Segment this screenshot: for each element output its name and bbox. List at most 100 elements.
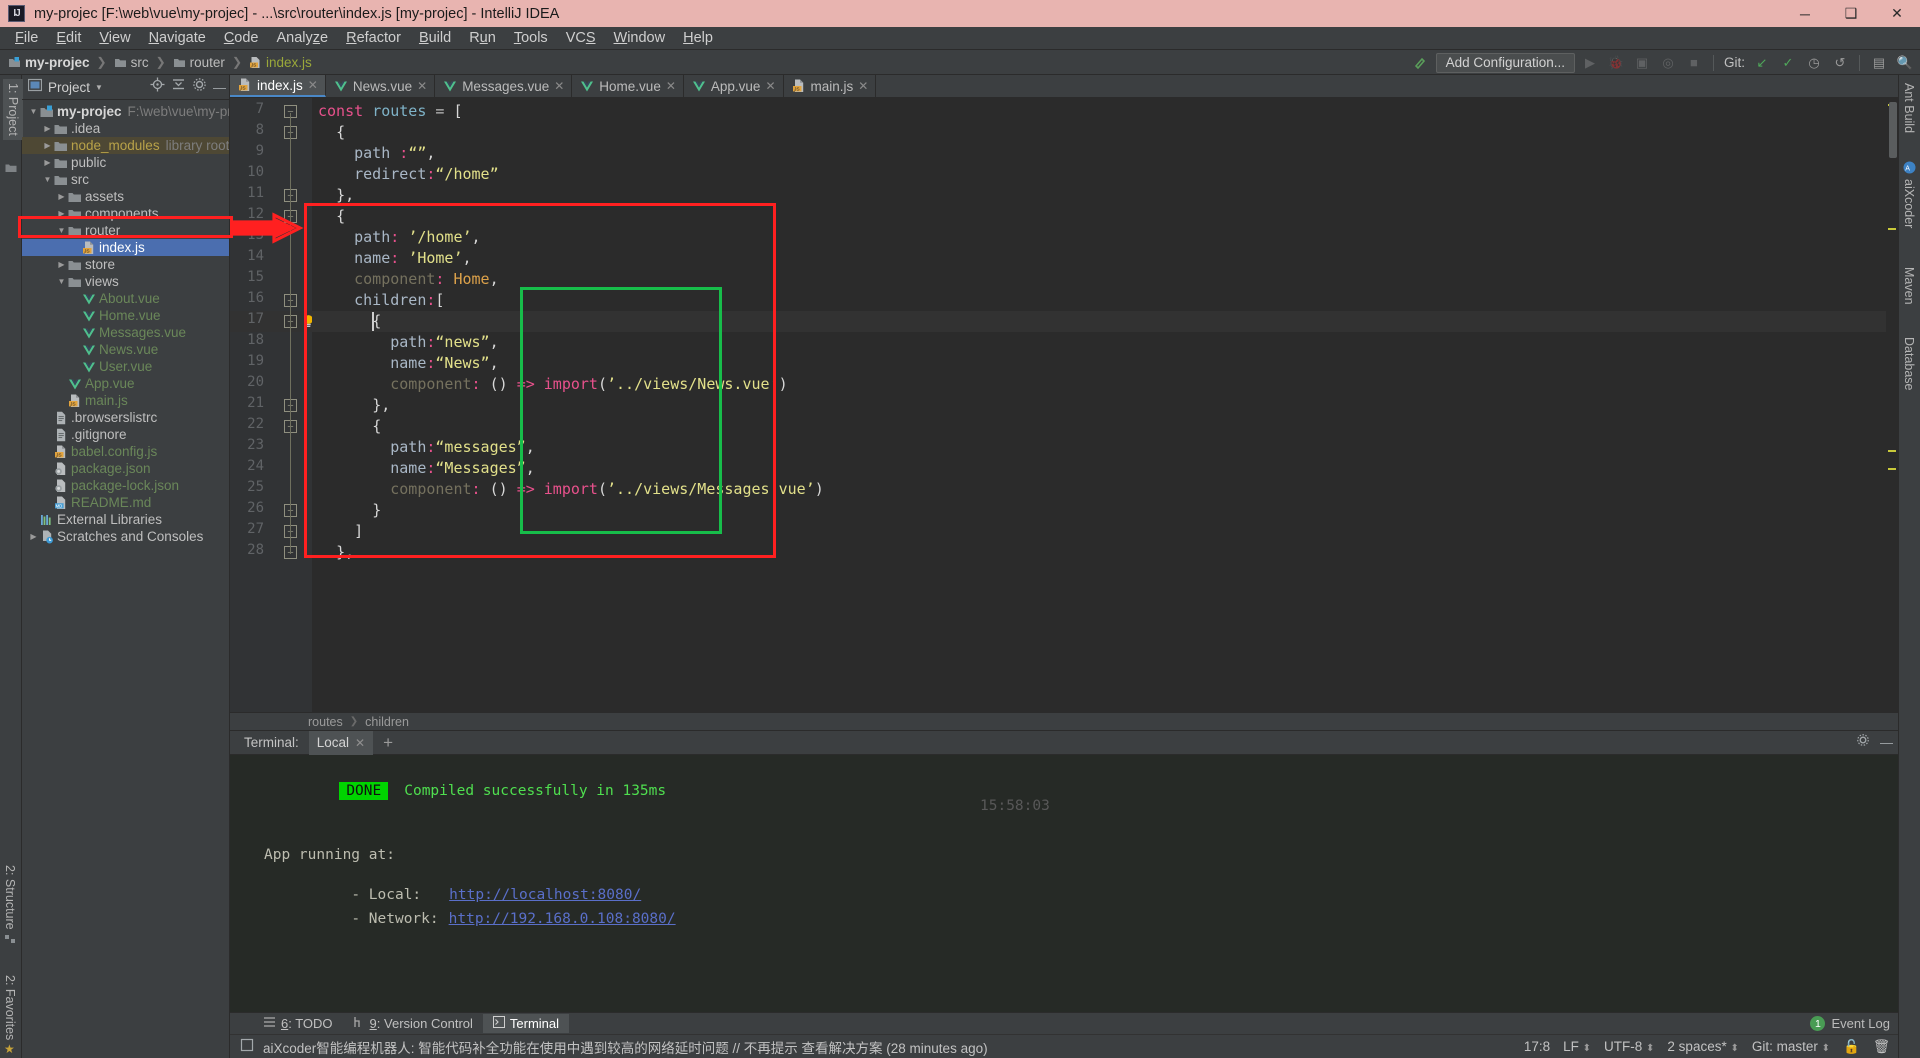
collapse-all-icon[interactable] xyxy=(171,77,186,97)
code-content[interactable]: const routes = [ { path :“”, redirect:“/… xyxy=(312,98,1886,712)
run-coverage-icon[interactable]: ▣ xyxy=(1631,52,1653,73)
hide-panel-icon[interactable]: — xyxy=(213,80,226,95)
lock-icon[interactable]: 🔓 xyxy=(1843,1039,1860,1055)
code-line[interactable]: ] xyxy=(318,521,363,542)
close-icon[interactable]: ✕ xyxy=(666,79,676,93)
tree-node-home-vue[interactable]: Home.vue xyxy=(22,307,229,324)
editor-tab-main-js[interactable]: JS main.js ✕ xyxy=(784,75,877,97)
tree-node-app-vue[interactable]: App.vue xyxy=(22,375,229,392)
code-line[interactable]: { xyxy=(318,206,345,227)
menu-item-refactor[interactable]: Refactor xyxy=(337,28,410,48)
editor-tab-news-vue[interactable]: News.vue ✕ xyxy=(326,75,436,97)
close-icon[interactable]: ✕ xyxy=(417,79,427,93)
editor-marker-bar[interactable] xyxy=(1886,98,1898,712)
menu-item-build[interactable]: Build xyxy=(410,28,460,48)
profile-icon[interactable]: ◎ xyxy=(1657,52,1679,73)
close-icon[interactable]: ✕ xyxy=(765,79,775,93)
tree-node-about-vue[interactable]: About.vue xyxy=(22,290,229,307)
tree-expand-arrow[interactable]: ▶ xyxy=(56,192,67,201)
tree-expand-arrow[interactable]: ▼ xyxy=(42,175,53,184)
tool-tab-project[interactable]: 1: Project xyxy=(3,79,23,140)
tree-expand-arrow[interactable]: ▶ xyxy=(28,532,39,541)
breadcrumb-routes[interactable]: routes xyxy=(308,715,343,729)
code-line[interactable]: }, xyxy=(318,542,354,563)
tree-node-user-vue[interactable]: User.vue xyxy=(22,358,229,375)
tree-expand-arrow[interactable]: ▼ xyxy=(28,107,39,116)
menu-item-run[interactable]: Run xyxy=(460,28,505,48)
tool-tab-structure[interactable]: 2: Structure xyxy=(3,865,17,930)
code-line[interactable]: component: Home, xyxy=(318,269,499,290)
hammer-icon[interactable] xyxy=(1410,52,1432,73)
undo-icon[interactable]: ↺ xyxy=(1829,52,1851,73)
code-line[interactable]: name:“News”, xyxy=(318,353,498,374)
tool-tab-ant-build[interactable]: Ant Build xyxy=(1902,83,1916,133)
menu-item-code[interactable]: Code xyxy=(215,28,268,48)
tree-node-node-modules[interactable]: ▶ node_modules library root xyxy=(22,137,229,154)
new-terminal-button[interactable]: + xyxy=(373,733,403,753)
caret-position[interactable]: 17:8 xyxy=(1524,1039,1550,1054)
code-line[interactable]: children:[ xyxy=(318,290,444,311)
tree-node-gitignore[interactable]: .gitignore xyxy=(22,426,229,443)
tree-node-news-vue[interactable]: News.vue xyxy=(22,341,229,358)
line-separator[interactable]: LF ⬍ xyxy=(1563,1039,1591,1054)
breadcrumb-src[interactable]: src xyxy=(112,54,151,71)
breadcrumb-project[interactable]: my-projec xyxy=(6,54,92,71)
code-line[interactable]: component: () => import(’../views/News.v… xyxy=(318,374,787,395)
bottom-tab-terminal[interactable]: Terminal xyxy=(482,1014,570,1033)
run-icon[interactable]: ▶ xyxy=(1579,52,1601,73)
close-icon[interactable]: ✕ xyxy=(858,79,868,93)
code-line[interactable]: path: ’/home’, xyxy=(318,227,480,248)
code-line[interactable]: } xyxy=(318,500,381,521)
tree-node-babel-config-js[interactable]: JS babel.config.js xyxy=(22,443,229,460)
code-line[interactable]: const routes = [ xyxy=(318,101,463,122)
code-line[interactable]: redirect:“/home” xyxy=(318,164,499,185)
settings-gear-icon[interactable] xyxy=(1856,733,1870,752)
breadcrumb-children[interactable]: children xyxy=(365,715,409,729)
tree-node-idea[interactable]: ▶ .idea xyxy=(22,120,229,137)
editor-tab-home-vue[interactable]: Home.vue ✕ xyxy=(572,75,684,97)
tool-tab-database[interactable]: Database xyxy=(1902,337,1916,391)
indent-setting[interactable]: 2 spaces* ⬍ xyxy=(1667,1039,1738,1054)
menu-item-file[interactable]: FFileile xyxy=(6,28,47,48)
git-branch[interactable]: Git: master ⬍ xyxy=(1752,1039,1830,1054)
trash-icon[interactable]: 🗑 xyxy=(1873,1039,1890,1055)
menu-item-view[interactable]: View xyxy=(90,28,139,48)
close-icon[interactable]: ✕ xyxy=(308,78,318,92)
tree-node-package-json[interactable]: package.json xyxy=(22,460,229,477)
stop-icon[interactable]: ■ xyxy=(1683,52,1705,73)
code-line[interactable]: }, xyxy=(318,185,354,206)
warning-marker[interactable] xyxy=(1888,228,1896,230)
tree-expand-arrow[interactable]: ▶ xyxy=(56,260,67,269)
editor-tab-messages-vue[interactable]: Messages.vue ✕ xyxy=(435,75,573,97)
editor-scrollbar-thumb[interactable] xyxy=(1889,102,1897,158)
tree-expand-arrow[interactable]: ▼ xyxy=(56,226,67,235)
code-line[interactable]: path:“news”, xyxy=(318,332,498,353)
settings-gear-icon[interactable] xyxy=(192,77,207,97)
tree-expand-arrow[interactable]: ▼ xyxy=(56,277,67,286)
tree-expand-arrow[interactable]: ▶ xyxy=(42,141,53,150)
add-configuration-button[interactable]: Add Configuration... xyxy=(1435,52,1575,73)
tree-expand-arrow[interactable]: ▶ xyxy=(56,209,67,218)
maximize-button[interactable]: ❑ xyxy=(1828,0,1874,27)
bottom-tab-todo[interactable]: 6: TODO xyxy=(254,1014,343,1033)
git-commit-icon[interactable]: ✓ xyxy=(1777,52,1799,73)
tree-node-src[interactable]: ▼ src xyxy=(22,171,229,188)
menu-item-tools[interactable]: Tools xyxy=(505,28,557,48)
menu-item-navigate[interactable]: Navigate xyxy=(140,28,215,48)
menu-item-window[interactable]: Window xyxy=(605,28,675,48)
debug-icon[interactable]: 🐞 xyxy=(1605,52,1627,73)
breadcrumb-indexjs[interactable]: JS index.js xyxy=(247,54,314,71)
event-log-area[interactable]: 1 Event Log xyxy=(1810,1016,1890,1031)
close-icon[interactable]: ✕ xyxy=(554,79,564,93)
editor-tab-app-vue[interactable]: App.vue ✕ xyxy=(684,75,784,97)
tree-expand-arrow[interactable]: ▶ xyxy=(42,158,53,167)
close-icon[interactable]: ✕ xyxy=(355,736,365,750)
hide-panel-icon[interactable]: — xyxy=(1880,735,1893,750)
code-line[interactable]: component: () => import(’../views/Messag… xyxy=(318,479,824,500)
locate-file-icon[interactable] xyxy=(150,77,165,97)
git-update-icon[interactable]: ↙ xyxy=(1751,52,1773,73)
close-button[interactable]: ✕ xyxy=(1874,0,1920,27)
tree-expand-arrow[interactable]: ▶ xyxy=(42,124,53,133)
code-line[interactable]: path:“messages”, xyxy=(318,437,535,458)
layout-icon[interactable]: ▤ xyxy=(1868,52,1890,73)
